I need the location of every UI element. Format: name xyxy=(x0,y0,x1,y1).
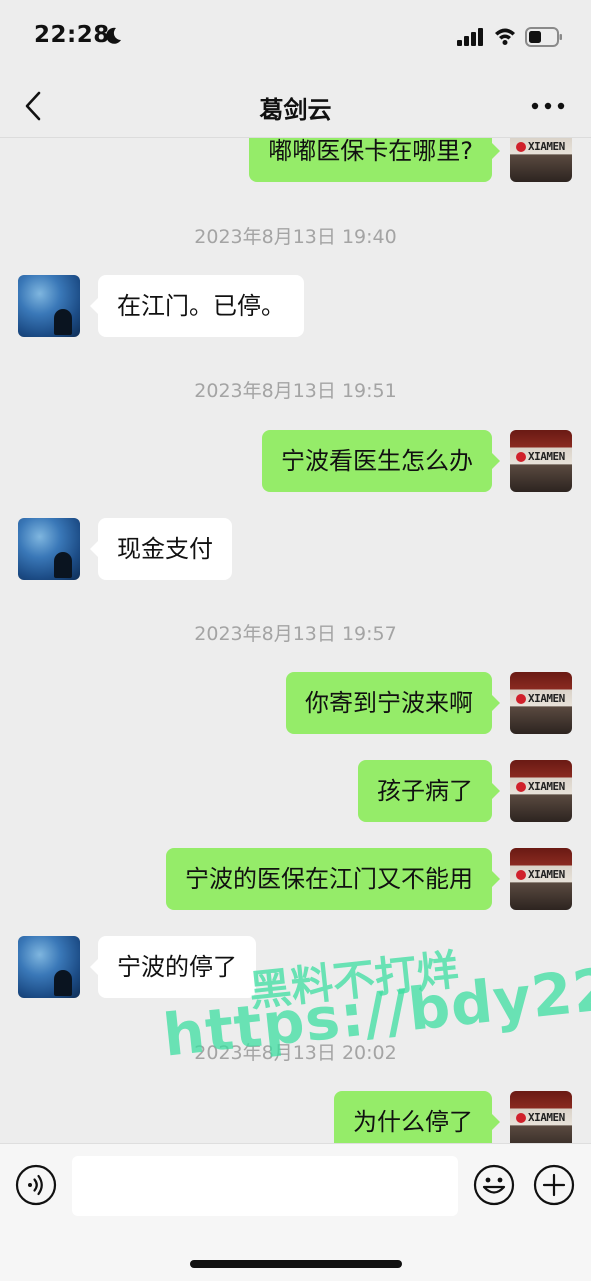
voice-input-icon[interactable] xyxy=(15,1164,57,1206)
outgoing-message-bubble[interactable]: 你寄到宁波来啊 xyxy=(286,672,500,734)
message-text: 在江门。已停。 xyxy=(117,292,285,320)
heart-icon xyxy=(516,870,526,880)
chat-title: 葛剑云 xyxy=(259,96,332,124)
more-options-icon[interactable] xyxy=(530,97,566,115)
message-input-bar xyxy=(0,1143,591,1281)
heart-icon xyxy=(516,142,526,152)
wifi-icon xyxy=(495,28,515,45)
my-avatar[interactable]: XIAMEN xyxy=(510,1091,572,1143)
my-avatar[interactable]: XIAMEN xyxy=(510,848,572,910)
incoming-message-bubble[interactable]: 现金支付 xyxy=(90,518,232,580)
message-text: 你寄到宁波来啊 xyxy=(305,689,473,717)
avatar-image-text: XIAMEN xyxy=(528,868,565,881)
outgoing-message-bubble[interactable]: 孩子病了 xyxy=(358,760,500,822)
contact-avatar[interactable] xyxy=(18,518,80,580)
avatar-silhouette xyxy=(54,552,72,578)
heart-icon xyxy=(516,1113,526,1123)
my-avatar[interactable]: XIAMEN xyxy=(510,430,572,492)
avatar-silhouette xyxy=(54,309,72,335)
incoming-message-bubble[interactable]: 在江门。已停。 xyxy=(90,275,304,337)
chat-header: 葛剑云 xyxy=(0,75,591,138)
contact-avatar[interactable] xyxy=(18,936,80,998)
outgoing-message-bubble[interactable]: 宁波看医生怎么办 xyxy=(262,430,500,492)
message-text: 宁波的医保在江门又不能用 xyxy=(185,865,473,893)
plus-icon[interactable] xyxy=(533,1164,575,1206)
status-bar: 22:28 xyxy=(0,0,591,75)
heart-icon xyxy=(516,452,526,462)
message-text: 孩子病了 xyxy=(377,777,473,805)
message-text: 现金支付 xyxy=(117,535,213,563)
message-text: 宁波的停了 xyxy=(117,953,237,981)
message-timestamp: 2023年8月13日 19:57 xyxy=(194,623,397,645)
home-indicator[interactable] xyxy=(190,1260,402,1268)
cellular-signal-icon xyxy=(457,28,483,46)
incoming-message-bubble[interactable]: 宁波的停了 xyxy=(90,936,256,998)
message-timestamp: 2023年8月13日 19:40 xyxy=(194,226,397,248)
heart-icon xyxy=(516,694,526,704)
battery-icon xyxy=(525,27,562,47)
avatar-image-text: XIAMEN xyxy=(528,450,565,463)
my-avatar[interactable]: XIAMEN xyxy=(510,672,572,734)
avatar-image-text: XIAMEN xyxy=(528,1111,565,1124)
outgoing-message-bubble[interactable]: 嘟嘟医保卡在哪里? xyxy=(249,138,500,182)
avatar-image-text: XIAMEN xyxy=(528,140,565,153)
message-text: 为什么停了 xyxy=(353,1108,473,1136)
avatar-silhouette xyxy=(54,970,72,996)
message-timestamp: 2023年8月13日 19:51 xyxy=(194,380,397,402)
moon-icon xyxy=(106,27,121,44)
emoji-icon[interactable] xyxy=(473,1164,515,1206)
outgoing-message-bubble[interactable]: 宁波的医保在江门又不能用 xyxy=(166,848,500,910)
avatar-image-text: XIAMEN xyxy=(528,780,565,793)
my-avatar[interactable]: XIAMEN xyxy=(510,138,572,182)
message-text: 嘟嘟医保卡在哪里? xyxy=(268,138,473,165)
status-time: 22:28 xyxy=(34,22,110,48)
avatar-image-text: XIAMEN xyxy=(528,692,565,705)
heart-icon xyxy=(516,782,526,792)
outgoing-message-bubble[interactable]: 为什么停了 xyxy=(334,1091,500,1143)
my-avatar[interactable]: XIAMEN xyxy=(510,760,572,822)
message-text: 宁波看医生怎么办 xyxy=(281,447,473,475)
contact-avatar[interactable] xyxy=(18,275,80,337)
message-text-input[interactable] xyxy=(72,1156,458,1216)
